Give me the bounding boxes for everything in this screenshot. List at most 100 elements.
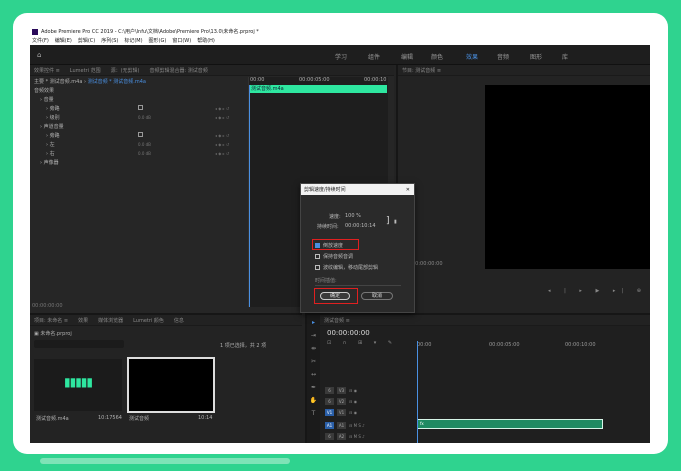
timeline-audio-clip[interactable]: fx bbox=[417, 419, 603, 429]
menu-bar: 文件(F) 编辑(E) 剪辑(C) 序列(S) 标记(M) 图形(G) 窗口(W… bbox=[30, 36, 650, 45]
ec-right-value[interactable]: 0.0 dB bbox=[138, 151, 151, 156]
project-item-sequence-name: 测试音频 bbox=[129, 416, 150, 422]
ec-playhead[interactable] bbox=[249, 85, 250, 307]
ec-time-end: 00:00:10 bbox=[364, 77, 387, 83]
tab-sequence[interactable]: 测试音频 ≡ bbox=[324, 317, 350, 324]
ec-row-left[interactable]: › 左 bbox=[46, 141, 55, 148]
workspace-learn[interactable]: 学习 bbox=[335, 52, 347, 61]
tab-program[interactable]: 节目: 测试音频 ≡ bbox=[402, 67, 441, 74]
interpolation-select[interactable] bbox=[315, 285, 401, 286]
ec-section-audio-effects: 音频效果 bbox=[34, 88, 55, 94]
tab-lumetri-scopes[interactable]: Lumetri 范围 bbox=[70, 67, 101, 74]
type-tool-icon[interactable]: T bbox=[312, 410, 316, 417]
project-panel: 项目: 未命名 ≡ 效果 媒体浏览器 Lumetri 颜色 信息 ▣ 未命名.p… bbox=[30, 313, 302, 443]
keyframe-nav-icon[interactable]: ◂ ◆ ▸ ↺ bbox=[215, 106, 229, 111]
timeline-timecode[interactable]: 00:00:00:00 bbox=[327, 329, 370, 337]
menu-window[interactable]: 窗口(W) bbox=[172, 37, 191, 44]
menu-graphics[interactable]: 图形(G) bbox=[149, 37, 167, 44]
keyframe-nav-icon[interactable]: ◂ ◆ ▸ ↺ bbox=[215, 115, 229, 120]
keyframe-nav-icon[interactable]: ◂ ◆ ▸ ↺ bbox=[215, 151, 229, 156]
audio-waveform-icon: ▮▮▮▮▮ bbox=[64, 375, 93, 389]
ec-row-level[interactable]: › 级别 bbox=[46, 114, 60, 121]
close-icon[interactable]: ✕ bbox=[406, 187, 410, 193]
project-item-sequence-duration: 10:14 bbox=[198, 415, 213, 421]
premiere-logo-icon bbox=[32, 28, 38, 35]
tab-source[interactable]: 源：(无剪辑) bbox=[111, 67, 140, 74]
timeline-ruler-end: 00:00:10:00 bbox=[565, 342, 596, 348]
program-tabs: 节目: 测试音频 ≡ bbox=[398, 65, 650, 76]
workspace-bar: ⌂ 学习 组件 编辑 颜色 效果 音频 图形 库 bbox=[30, 45, 650, 65]
ec-clip-bar[interactable]: 测试音频.m4a bbox=[249, 85, 387, 93]
tab-media-browser[interactable]: 媒体浏览器 bbox=[98, 317, 123, 324]
workspace-libraries[interactable]: 库 bbox=[562, 52, 568, 61]
track-select-tool-icon[interactable]: ⇥ bbox=[311, 332, 316, 339]
track-v1[interactable]: V1 V1 ⊟ ◉ bbox=[325, 407, 357, 417]
track-v3[interactable]: 6 V3 ⊟ ◉ bbox=[325, 385, 357, 395]
ec-row-bypass[interactable]: › 旁路 bbox=[46, 105, 60, 112]
home-icon[interactable]: ⌂ bbox=[37, 51, 41, 59]
workspace-effects[interactable]: 效果 bbox=[466, 52, 478, 61]
keyframe-nav-icon[interactable]: ◂ ◆ ▸ ↺ bbox=[215, 142, 229, 147]
tab-effects[interactable]: 效果 bbox=[78, 317, 88, 324]
menu-sequence[interactable]: 序列(S) bbox=[101, 37, 118, 44]
menu-file[interactable]: 文件(F) bbox=[32, 37, 49, 44]
ec-sequence-link[interactable]: 测试音频 * 测试音频.m4a bbox=[88, 79, 146, 85]
maintain-pitch-option[interactable]: 保持音频音调 bbox=[315, 253, 353, 260]
ripple-edit-checkbox[interactable] bbox=[315, 265, 320, 270]
ec-bypass-checkbox[interactable] bbox=[138, 105, 143, 110]
program-transport-controls[interactable]: ◂ | ▸ ▶ ▸| ⊕ bbox=[548, 288, 647, 294]
ec-row-channel-volume[interactable]: › 声道音量 bbox=[40, 123, 64, 130]
timeline-ruler-mid: 00:00:05:00 bbox=[489, 342, 520, 348]
ec-left-value[interactable]: 0.0 dB bbox=[138, 142, 151, 147]
workspace-color[interactable]: 颜色 bbox=[431, 52, 443, 61]
tab-lumetri-color[interactable]: Lumetri 颜色 bbox=[133, 317, 164, 324]
menu-help[interactable]: 帮助(H) bbox=[197, 37, 215, 44]
track-v2[interactable]: 6 V2 ⊟ ◉ bbox=[325, 396, 357, 406]
razor-tool-icon[interactable]: ✂ bbox=[311, 358, 316, 365]
slip-tool-icon[interactable]: ↔ bbox=[311, 371, 316, 378]
track-a1[interactable]: A1 A1 ⊟ M S ♪ bbox=[325, 420, 365, 430]
cancel-button[interactable]: 取消 bbox=[361, 292, 393, 300]
dialog-title-bar: 剪辑速度/持续时间 ✕ bbox=[301, 184, 414, 195]
maintain-pitch-checkbox[interactable] bbox=[315, 254, 320, 259]
workspace-graphics[interactable]: 图形 bbox=[530, 52, 542, 61]
ec-level-value[interactable]: 0.0 dB bbox=[138, 115, 151, 120]
hand-tool-icon[interactable]: ✋ bbox=[310, 397, 317, 404]
project-item-sequence[interactable] bbox=[127, 357, 215, 413]
timeline-playhead[interactable] bbox=[417, 341, 418, 443]
keyframe-nav-icon[interactable]: ◂ ◆ ▸ ↺ bbox=[215, 133, 229, 138]
ec-time-mid: 00:00:05:00 bbox=[299, 77, 330, 83]
tab-project[interactable]: 项目: 未命名 ≡ bbox=[34, 317, 68, 324]
ripple-edit-tool-icon[interactable]: ⇹ bbox=[311, 345, 316, 352]
project-tabs: 项目: 未命名 ≡ 效果 媒体浏览器 Lumetri 颜色 信息 bbox=[30, 315, 302, 326]
ec-bypass-2-checkbox[interactable] bbox=[138, 132, 143, 137]
timeline-ruler-start: 00:00 bbox=[417, 342, 432, 348]
ripple-edit-option[interactable]: 波纹编辑，移动尾部剪辑 bbox=[315, 264, 378, 271]
menu-clip[interactable]: 剪辑(C) bbox=[78, 37, 95, 44]
workspace-assembly[interactable]: 组件 bbox=[368, 52, 380, 61]
lock-icon[interactable]: ▮ bbox=[394, 219, 397, 225]
project-item-audio-name: 测试音频.m4a bbox=[36, 416, 69, 422]
timeline-toolbar[interactable]: ⊡ ∩ ⊞ ▾ ✎ bbox=[327, 340, 397, 346]
selection-tool-icon[interactable]: ▸ bbox=[312, 319, 315, 326]
tab-effect-controls[interactable]: 效果控件 ≡ bbox=[34, 67, 60, 74]
pen-tool-icon[interactable]: ✒ bbox=[311, 384, 316, 391]
tab-info[interactable]: 信息 bbox=[174, 317, 184, 324]
program-video-frame[interactable] bbox=[485, 85, 650, 269]
menu-marker[interactable]: 标记(M) bbox=[124, 37, 142, 44]
ec-row-bypass-2[interactable]: › 旁路 bbox=[46, 132, 60, 139]
tab-audio-clip-mixer[interactable]: 音频剪辑混合器: 测试音频 bbox=[150, 67, 208, 74]
project-item-audio[interactable]: ▮▮▮▮▮ bbox=[34, 359, 122, 411]
project-search-input[interactable] bbox=[34, 340, 124, 348]
workspace-audio[interactable]: 音频 bbox=[497, 52, 509, 61]
ec-row-volume[interactable]: › 音量 bbox=[40, 96, 54, 103]
ec-row-panner[interactable]: › 声像器 bbox=[40, 159, 59, 166]
speed-value-field[interactable]: 100 % bbox=[345, 213, 361, 219]
track-a2[interactable]: 6 A2 ⊟ M S ♪ bbox=[325, 431, 365, 441]
duration-value-field[interactable]: 00:00:10:14 bbox=[345, 223, 376, 229]
highlight-ok-button bbox=[314, 288, 358, 304]
link-icon[interactable]: ] bbox=[386, 216, 390, 226]
ec-row-right[interactable]: › 右 bbox=[46, 150, 55, 157]
workspace-editing[interactable]: 编辑 bbox=[401, 52, 413, 61]
menu-edit[interactable]: 编辑(E) bbox=[55, 37, 72, 44]
